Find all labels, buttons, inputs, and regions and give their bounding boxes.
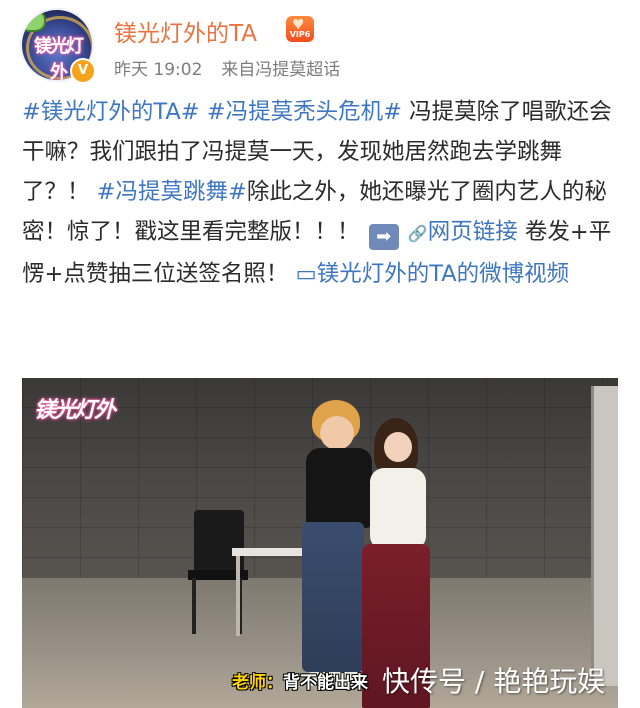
post-meta: 昨天 19:02 来自冯提莫超话 [114, 55, 340, 80]
watermark: 快传号 / 艳艳玩娱 [382, 665, 606, 698]
bird-icon [22, 10, 46, 32]
post-time: 昨天 19:02 [114, 60, 203, 80]
verified-badge-icon: V [70, 58, 96, 84]
video-subtitle: 老师：背不能出来 [232, 668, 368, 693]
post-header: 镁光灯外 V 镁光灯外的TA ♥ VIP6 昨天 19:02 来自冯提莫超话 [0, 0, 640, 86]
video-link[interactable]: ▭镁光灯外的TA的微博视频 [296, 261, 570, 287]
web-link[interactable]: 🔗网页链接 [408, 219, 518, 245]
post-body: #镁光灯外的TA# #冯提莫秃头危机# 冯提莫除了唱歌还会干嘛？我们跟拍了冯提莫… [22, 92, 624, 294]
video-icon: ▭ [295, 261, 317, 287]
vip-level: VIP6 [289, 30, 311, 39]
chair [182, 510, 252, 634]
topic-tag-2[interactable]: #冯提莫秃头危机# [207, 99, 402, 125]
door [591, 386, 618, 686]
topic-tag-3[interactable]: #冯提莫跳舞# [97, 179, 247, 205]
author-name[interactable]: 镁光灯外的TA [114, 14, 257, 48]
topic-tag-1[interactable]: #镁光灯外的TA# [22, 99, 200, 125]
web-link-label: 网页链接 [427, 219, 518, 245]
video-player[interactable]: 镁光灯外 老师：背不能出来 快传号 / 艳艳玩娱 [22, 378, 618, 708]
vip-badge-icon[interactable]: ♥ VIP6 [286, 16, 314, 42]
subtitle-text: 背不能出来 [283, 673, 368, 693]
link-icon: 🔗 [407, 224, 428, 243]
source-prefix: 来自 [221, 60, 256, 80]
source-link[interactable]: 冯提莫超话 [255, 60, 340, 80]
subtitle-speaker: 老师： [232, 673, 283, 693]
video-logo: 镁光灯外 [34, 398, 116, 423]
video-link-label: 镁光灯外的TA的微博视频 [316, 261, 570, 287]
arrow-right-icon: ➡ [368, 224, 399, 250]
